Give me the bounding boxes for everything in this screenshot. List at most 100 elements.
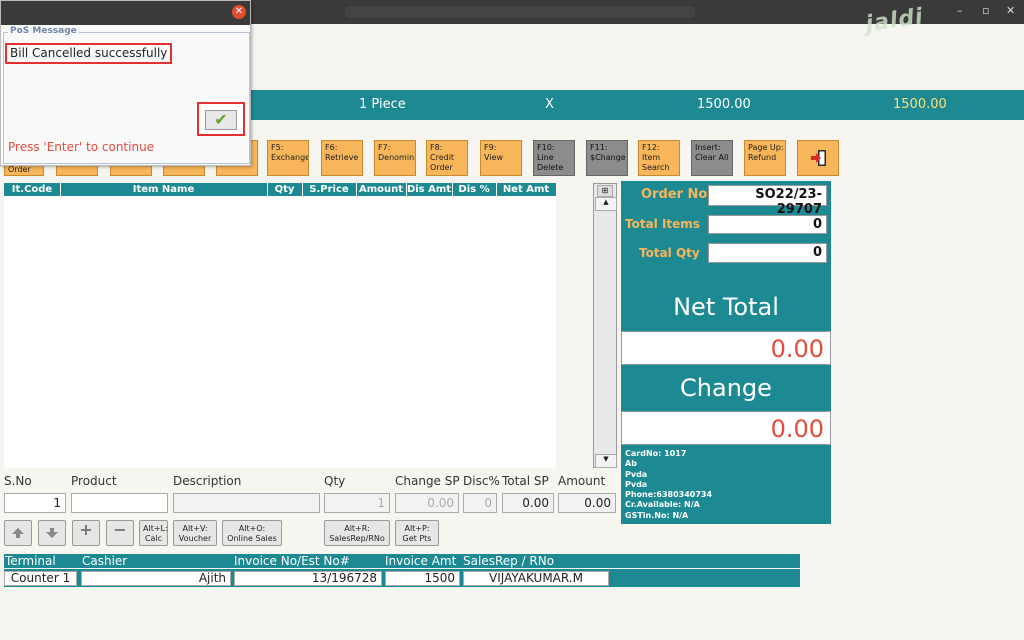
plus-icon: + <box>79 520 93 539</box>
banner-price: 1500.00 <box>697 97 751 112</box>
cashier-label: Cashier <box>82 554 128 568</box>
dialog-titlebar: ✕ <box>1 1 250 25</box>
disc-label: Disc% <box>463 474 500 488</box>
order-no-label: Order No <box>641 187 708 202</box>
customer-line-1: Pvda <box>625 469 648 479</box>
fkey-f12-item-search[interactable]: F12: Item Search <box>638 140 680 176</box>
cashier-value: Ajith <box>81 571 231 586</box>
fkey-f9-view[interactable]: F9: View <box>480 140 522 176</box>
fkey-label: F10: Line Delete <box>537 143 564 172</box>
dialog-close-icon[interactable]: ✕ <box>232 5 246 19</box>
scroll-down-icon[interactable]: ▼ <box>595 454 617 468</box>
fkey-label: F9: View <box>484 143 503 162</box>
ok-button[interactable]: ✔ <box>197 102 245 136</box>
salesrep-label: SalesRep / RNo <box>463 554 555 568</box>
add-button[interactable]: + <box>72 520 100 546</box>
continue-hint: Press 'Enter' to continue <box>8 140 155 154</box>
terminal-value: Counter 1 <box>4 571 77 586</box>
minus-icon: − <box>113 520 127 539</box>
close-window-button[interactable]: ✕ <box>1006 4 1015 17</box>
online-sales-button[interactable]: Alt+O: Online Sales <box>222 520 282 546</box>
description-field[interactable] <box>173 493 320 513</box>
brand-logo: jaldi <box>864 4 926 38</box>
credit-available: Cr.Available: N/A <box>625 500 700 510</box>
total-items-value: 0 <box>708 215 827 234</box>
banner-x: X <box>545 97 554 112</box>
message-text: Bill Cancelled successfully <box>5 43 173 64</box>
column-toggle-icon[interactable]: ⊞ <box>597 185 613 197</box>
total-qty-label: Total Qty <box>639 246 700 260</box>
amount-label: Amount <box>558 474 606 488</box>
change-value: 0.00 <box>621 411 831 445</box>
invoice-amt-label: Invoice Amt <box>385 554 457 568</box>
message-group-title: PoS Message <box>8 26 79 36</box>
item-banner: 1 Piece X 1500.00 1500.00 <box>250 90 1024 120</box>
footer-header: Terminal Cashier Invoice No/Est No# Invo… <box>4 554 800 568</box>
fkey-label: Insert: Clear All <box>695 143 729 162</box>
fkey-label: F8: Credit Order <box>430 143 455 172</box>
fkey-label: Page Up: Refund <box>748 143 784 162</box>
total-qty-value: 0 <box>708 243 827 263</box>
net-total-value: 0.00 <box>621 331 831 365</box>
move-down-button[interactable] <box>38 520 66 546</box>
fkey-f6-retrieve[interactable]: F6: Retrieve <box>321 140 363 176</box>
scroll-up-icon[interactable]: ▲ <box>595 197 617 211</box>
customer-name: Ab <box>625 459 637 469</box>
exit-button[interactable] <box>797 140 839 176</box>
shortcut-label: Alt+L: Calc <box>143 524 168 543</box>
col-item-name: Item Name <box>60 183 268 196</box>
total-sp-label: Total SP <box>502 474 549 488</box>
col-dis-amt: Dis Amt <box>406 183 453 196</box>
title-placeholder <box>345 6 695 18</box>
product-label: Product <box>71 474 117 488</box>
change-sp-field[interactable]: 0.00 <box>395 493 459 513</box>
gstin-no: GSTin.No: N/A <box>625 510 689 520</box>
invoice-value: 13/196728 <box>234 571 382 586</box>
product-field[interactable] <box>71 493 168 513</box>
banner-total: 1500.00 <box>893 97 947 112</box>
restore-button[interactable]: ▫ <box>982 4 989 17</box>
col-dis-pct: Dis % <box>452 183 497 196</box>
customer-line-2: Pvda <box>625 479 648 489</box>
col-net-amt: Net Amt <box>496 183 557 196</box>
fkey-f8-credit-order[interactable]: F8: Credit Order <box>426 140 468 176</box>
disc-field[interactable]: 0 <box>463 493 497 513</box>
fkey-f7-denomination[interactable]: F7: Denomin <box>374 140 416 176</box>
qty-field[interactable]: 1 <box>324 493 390 513</box>
arrow-up-icon <box>12 528 24 538</box>
items-table-body[interactable] <box>4 196 556 468</box>
fkey-label: F6: Retrieve <box>325 143 359 162</box>
fkey-insert-clear-all[interactable]: Insert: Clear All <box>691 140 733 176</box>
items-scrollbar[interactable]: ⊞ ▲ ▼ <box>593 183 617 468</box>
banner-unit: 1 Piece <box>359 97 406 112</box>
change-label: Change <box>680 374 772 402</box>
voucher-button[interactable]: Alt+V: Voucher <box>173 520 217 546</box>
col-itcode: It.Code <box>4 183 61 196</box>
footer-values: Counter 1 Ajith 13/196728 1500 VIJAYAKUM… <box>4 569 800 587</box>
invoice-amt-value: 1500 <box>385 571 460 586</box>
col-qty: Qty <box>267 183 303 196</box>
fkey-label: Order <box>8 165 31 174</box>
minimize-button[interactable]: – <box>957 4 963 17</box>
description-label: Description <box>173 474 242 488</box>
shortcut-label: Alt+P: Get Pts <box>402 524 432 543</box>
shortcut-label: Alt+V: Voucher <box>178 524 212 543</box>
get-points-button[interactable]: Alt+P: Get Pts <box>395 520 439 546</box>
checkmark-icon: ✔ <box>205 110 237 130</box>
salesrep-button[interactable]: Alt+R: SalesRep/RNo <box>324 520 390 546</box>
invoice-label: Invoice No/Est No# <box>234 554 350 568</box>
calc-button[interactable]: Alt+L: Calc <box>139 520 168 546</box>
fkey-f5-exchange[interactable]: F5: Exchange <box>267 140 309 176</box>
qty-label: Qty <box>324 474 346 488</box>
sno-field[interactable]: 1 <box>4 493 66 513</box>
items-table-header: It.Code Item Name Qty S.Price Amount Dis… <box>4 183 557 196</box>
col-sprice: S.Price <box>302 183 357 196</box>
fkey-f11-change[interactable]: F11: $Change <box>586 140 628 176</box>
fkey-pageup-refund[interactable]: Page Up: Refund <box>744 140 786 176</box>
fkey-f10-line-delete[interactable]: F10: Line Delete <box>533 140 575 176</box>
fkey-label: F12: Item Search <box>642 143 670 172</box>
order-no-value: SO22/23-29707 <box>708 185 827 217</box>
remove-button[interactable]: − <box>106 520 134 546</box>
shortcut-label: Alt+O: Online Sales <box>227 524 277 543</box>
move-up-button[interactable] <box>4 520 32 546</box>
